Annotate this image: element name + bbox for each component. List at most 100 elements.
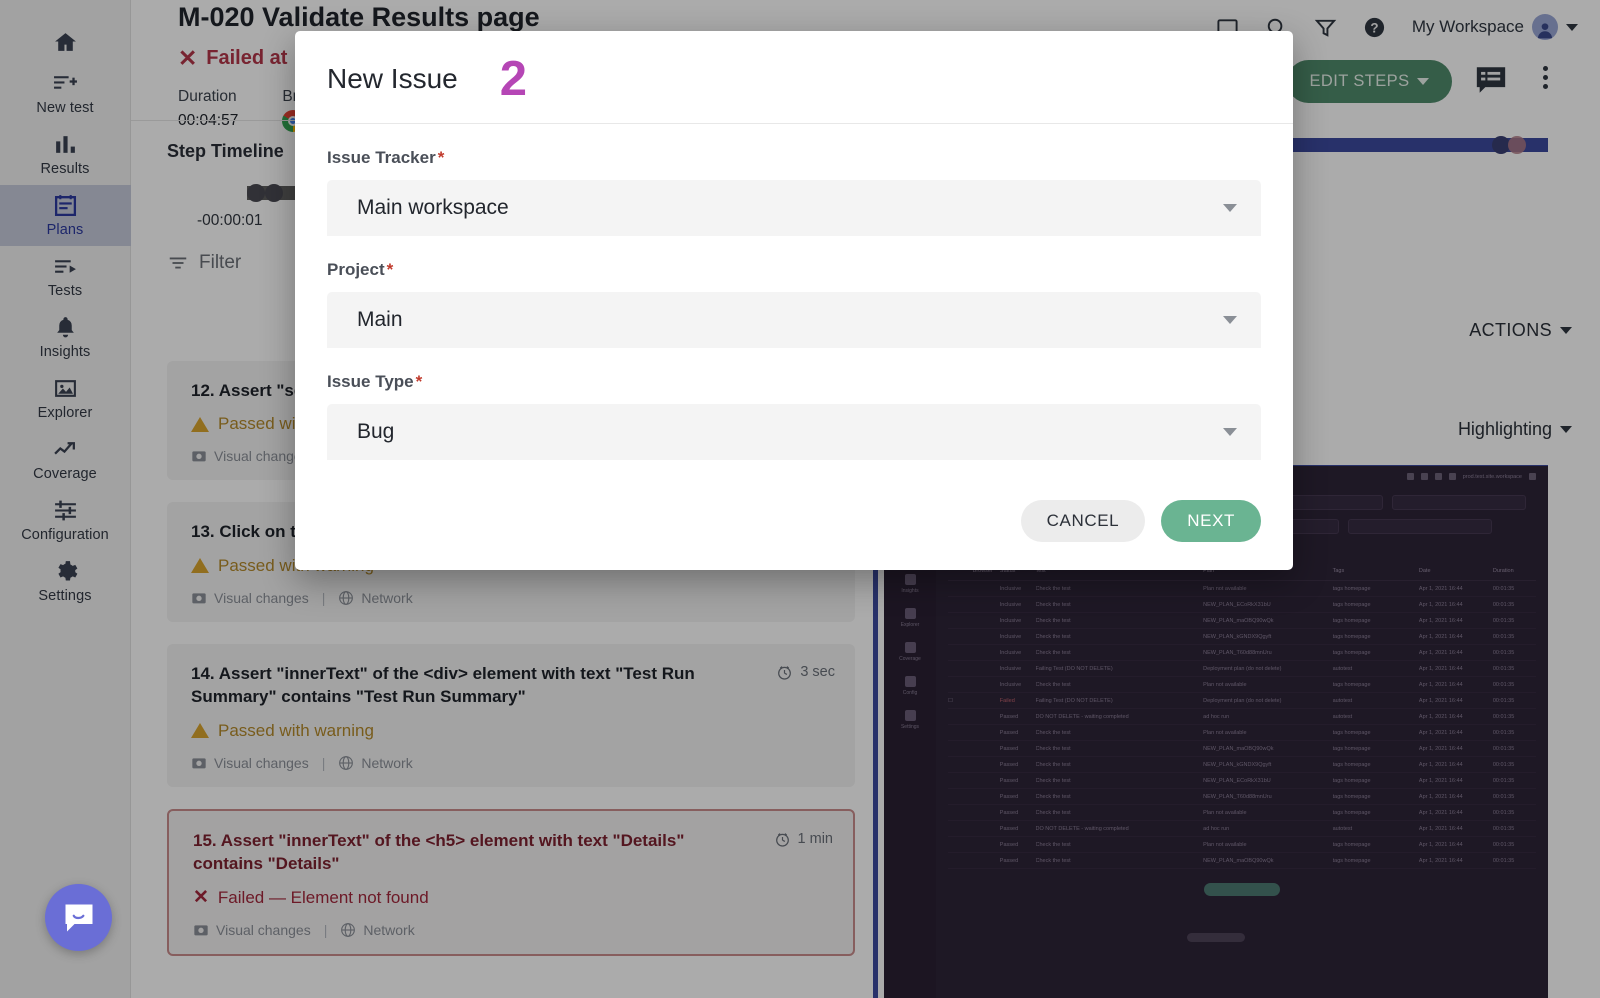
sidebar-item-new-test[interactable]: New test [0,63,131,124]
sidebar-item-label: Explorer [38,405,93,421]
warning-icon [191,558,209,573]
kebab-menu-icon[interactable] [1543,66,1548,89]
table-row[interactable]: 14. Assert "innerText" of the <div> elem… [167,644,855,787]
required-marker: * [438,148,445,167]
sidebar-item-insights[interactable]: Insights [0,307,131,368]
step-links: Visual changes | Network [193,922,833,938]
visual-changes-link[interactable]: Visual changes [191,755,309,771]
table-row[interactable]: 15. Assert "innerText" of the <h5> eleme… [167,809,855,956]
left-sidebar: New test Results Plans Tests [0,0,131,998]
status-text: Failed — Element not found [218,888,429,908]
preview-header-icons: prod.test.site.workspace [1407,473,1536,480]
filter-label: Filter [199,252,241,274]
workspace-switcher[interactable]: My Workspace [1412,14,1578,40]
visual-changes-link[interactable]: Visual changes [191,448,309,464]
edit-steps-button[interactable]: EDIT STEPS [1287,60,1452,103]
preview-load-more-button [1204,883,1280,896]
sidebar-item-label: Plans [47,222,84,238]
chevron-down-icon [1560,327,1572,334]
network-link[interactable]: Network [338,755,412,771]
sidebar-item-label: Coverage [33,466,97,482]
dialog-body: Issue Tracker* Main workspace Project* M… [295,124,1293,492]
field-label: Project* [327,260,1261,280]
step-duration-text: 3 sec [800,664,835,680]
next-button[interactable]: NEXT [1161,500,1261,542]
preview-nav-item: Insights [884,567,936,601]
plans-icon [52,192,78,218]
project-select[interactable]: Main [327,292,1261,348]
highlighting-label: Highlighting [1458,419,1552,440]
status-badge: Passed with warning [191,721,835,741]
sidebar-item-coverage[interactable]: Coverage [0,429,131,490]
filter-icon[interactable] [1314,16,1337,39]
globe-icon [340,922,356,938]
sidebar-item-label: Results [40,161,89,177]
chevron-down-icon [1417,78,1429,85]
chat-bubble-icon [61,900,97,936]
visual-changes-link[interactable]: Visual changes [193,922,311,938]
status-badge: ✕ Failed — Element not found [193,888,833,908]
issue-type-select[interactable]: Bug [327,404,1261,460]
sidebar-item-explorer[interactable]: Explorer [0,368,131,429]
camera-icon [191,755,207,771]
divider: | [322,590,326,606]
link-label: Visual changes [216,922,311,938]
highlighting-dropdown[interactable]: Highlighting [1458,419,1572,440]
insights-icon [52,314,78,340]
step-duration-text: 1 min [798,831,833,847]
help-icon[interactable]: ? [1363,16,1386,39]
sidebar-item-label: Tests [48,283,82,299]
chevron-down-icon [1560,426,1572,433]
sidebar-item-settings[interactable]: Settings [0,551,131,612]
step-title: 15. Assert "innerText" of the <h5> eleme… [193,829,753,876]
preview-table-body: InclusiveCheck the testPlan not availabl… [948,581,1536,869]
progress-marker[interactable] [1508,136,1526,154]
sidebar-item-results[interactable]: Results [0,124,131,185]
sidebar-item-plans[interactable]: Plans [0,185,131,246]
step-links: Visual changes | Network [191,755,835,771]
results-icon [52,131,78,157]
actions-dropdown[interactable]: ACTIONS [1469,320,1572,341]
issue-tracker-select[interactable]: Main workspace [327,180,1261,236]
step-title: 14. Assert "innerText" of the <div> elem… [191,662,751,709]
dialog-footer: CANCEL NEXT [295,492,1293,570]
visual-changes-link[interactable]: Visual changes [191,590,309,606]
home-icon [52,29,78,55]
camera-icon [193,922,209,938]
cancel-button[interactable]: CANCEL [1021,500,1146,542]
network-link[interactable]: Network [338,590,412,606]
field-label: Issue Tracker* [327,148,1261,168]
sidebar-item-configuration[interactable]: Configuration [0,490,131,551]
link-label: Network [361,755,412,771]
select-value: Main workspace [357,196,509,220]
dialog-title: New Issue [327,63,458,95]
step-duration: 1 min [774,829,833,876]
step-title: 12. Assert "se [191,379,303,402]
step-duration: 3 sec [776,662,835,709]
link-label: Network [363,922,414,938]
configuration-icon [52,497,78,523]
sidebar-item-home[interactable] [0,22,131,63]
network-link[interactable]: Network [340,922,414,938]
intercom-chat-button[interactable] [45,884,112,951]
dialog-header: New Issue 2 [295,31,1293,124]
sidebar-item-tests[interactable]: Tests [0,246,131,307]
filter-icon [167,252,189,274]
new-test-icon [52,70,78,96]
timeline-handle-end[interactable] [265,184,283,202]
sidebar-item-label: New test [36,100,93,116]
status-text: Passed with warning [218,721,374,741]
sidebar-item-label: Settings [38,588,91,604]
field-label: Issue Type* [327,372,1261,392]
preview-scroll-thumb[interactable] [1187,933,1245,942]
globe-icon [338,590,354,606]
camera-icon [191,448,207,464]
comment-list-icon[interactable] [1474,63,1508,102]
field-label-text: Issue Tracker [327,148,436,167]
clock-icon [774,831,791,848]
preview-nav-item: Config [884,669,936,703]
divider: | [324,922,328,938]
sidebar-item-label: Configuration [21,527,109,543]
timeline-handle-start[interactable] [247,184,265,202]
required-marker: * [416,372,423,391]
